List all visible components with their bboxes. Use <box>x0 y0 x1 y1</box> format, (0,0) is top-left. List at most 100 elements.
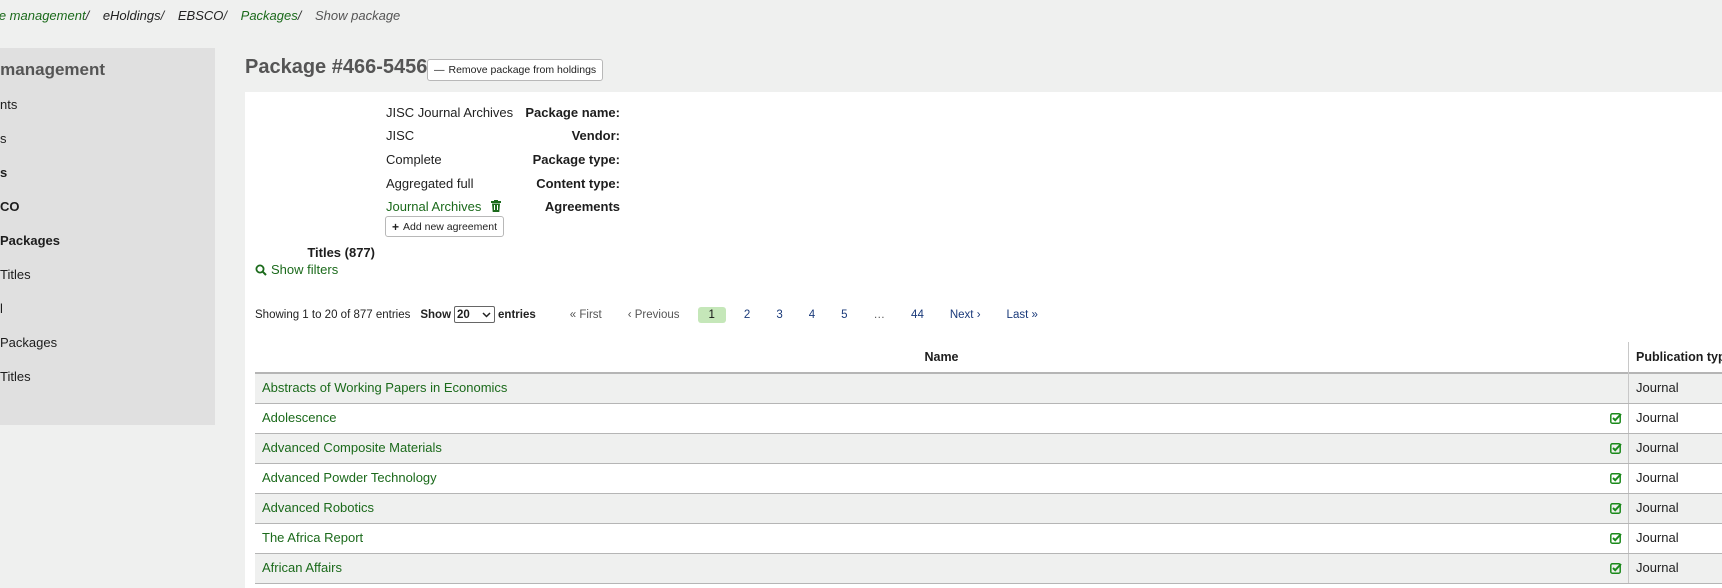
publication-type-cell: Journal <box>1628 524 1679 553</box>
sidebar-item-ebsco-packages[interactable]: Packages <box>0 233 60 248</box>
title-link[interactable]: Adolescence <box>255 404 1628 433</box>
add-agreement-label: Add new agreement <box>403 220 497 233</box>
sidebar-item-licenses[interactable]: s <box>0 131 7 146</box>
title-name: Abstracts of Working Papers in Economics <box>262 380 508 395</box>
package-name-value: JISC Journal Archives <box>386 105 514 120</box>
page-size-select[interactable]: 20 <box>454 306 496 323</box>
agreements-label: Agreements <box>544 199 620 214</box>
sidebar-item-eholdings[interactable]: s <box>0 165 7 180</box>
table-row: Adolescence Journal <box>255 404 1722 434</box>
title-name: The Africa Report <box>262 530 364 545</box>
title-name: Advanced Composite Materials <box>262 440 442 455</box>
sidebar-item-local-packages[interactable]: Packages <box>0 335 57 350</box>
pagination: « First ‹ Previous 1 2 3 4 5 … 44 Next ›… <box>562 306 1056 323</box>
table-row: Advanced Powder Technology Journal <box>255 464 1722 494</box>
title-link[interactable]: Abstracts of Working Papers in Economics <box>255 374 1628 403</box>
selected-check-icon <box>1610 443 1622 454</box>
minus-icon: — <box>434 64 445 76</box>
publication-type-cell: Journal <box>1628 554 1679 583</box>
page-size-value: 20 <box>457 308 470 321</box>
title-link[interactable]: Advanced Robotics <box>255 494 1628 523</box>
table-row: Abstracts of Working Papers in Economics… <box>255 374 1722 404</box>
remove-package-button[interactable]: — Remove package from holdings <box>427 59 604 81</box>
pagination-page-3[interactable]: 3 <box>768 307 790 323</box>
title-link[interactable]: African Affairs <box>255 554 1628 583</box>
pagination-last[interactable]: Last » <box>999 307 1046 323</box>
breadcrumb-current: Show package <box>315 8 401 23</box>
pagination-next-label: Next <box>949 308 974 321</box>
breadcrumb-separator: / <box>297 8 302 23</box>
entries-label: entries <box>498 308 536 321</box>
column-header-name[interactable]: Name <box>255 342 1628 374</box>
add-agreement-button[interactable]: + Add new agreement <box>385 216 504 237</box>
title-link[interactable]: Advanced Composite Materials <box>255 434 1628 463</box>
plus-icon: + <box>392 219 400 234</box>
publication-type-cell: Journal <box>1628 434 1679 463</box>
pagination-page-44[interactable]: 44 <box>903 307 932 323</box>
package-panel: Package name: JISC Journal Archives Vend… <box>245 92 1722 588</box>
remove-package-label: Remove package from holdings <box>448 64 597 76</box>
pagination-previous[interactable]: ‹ Previous <box>620 307 688 323</box>
title-name: Advanced Powder Technology <box>262 470 437 485</box>
column-header-publication-type[interactable]: Publication typ <box>1628 342 1722 374</box>
pagination-page-1[interactable]: 1 <box>697 306 726 323</box>
sidebar: e management nts s s CO Packages Titles … <box>0 48 215 425</box>
search-icon <box>255 264 267 276</box>
trash-icon[interactable] <box>491 200 501 212</box>
double-chevron-left-icon: « <box>569 308 577 321</box>
pagination-last-label: Last <box>1006 308 1029 321</box>
publication-type-cell: Journal <box>1628 374 1679 403</box>
chevron-down-icon <box>482 311 491 318</box>
breadcrumb-separator: / <box>160 8 165 23</box>
sidebar-item-local-titles[interactable]: Titles <box>0 369 31 384</box>
sidebar-item-ebsco[interactable]: CO <box>0 199 20 214</box>
show-filters-link[interactable]: Show filters <box>255 262 338 277</box>
pagination-page-2[interactable]: 2 <box>736 307 758 323</box>
table-row: Advanced Composite Materials Journal <box>255 434 1722 464</box>
sidebar-item-local[interactable]: l <box>0 301 3 316</box>
double-chevron-right-icon: » <box>1031 308 1038 321</box>
breadcrumb-ebsco[interactable]: EBSCO <box>178 8 224 23</box>
titles-table: Name Publication typ Abstracts of Workin… <box>255 342 1722 584</box>
vendor-label: Vendor: <box>571 128 620 143</box>
content-type-value: Aggregated full <box>386 176 474 191</box>
pagination-page-5[interactable]: 5 <box>833 307 855 323</box>
page-title: Package #466-5456 <box>245 56 428 78</box>
title-link[interactable]: Advanced Powder Technology <box>255 464 1628 493</box>
table-body: Abstracts of Working Papers in Economics… <box>255 374 1722 584</box>
selected-check-icon <box>1610 503 1622 514</box>
title-link[interactable]: The Africa Report <box>255 524 1628 553</box>
breadcrumb-packages[interactable]: Packages <box>241 8 298 23</box>
breadcrumb-resource-management[interactable]: rce management <box>0 8 86 23</box>
title-name: African Affairs <box>262 560 342 575</box>
pagination-ellipsis: … <box>873 308 886 321</box>
selected-check-icon <box>1610 413 1622 424</box>
pagination-first[interactable]: « First <box>562 307 610 323</box>
content-type-label: Content type: <box>536 176 620 191</box>
package-type-label: Package type: <box>532 152 620 167</box>
detail-content-type: Content type: Aggregated full <box>245 176 845 194</box>
table-header: Name Publication typ <box>255 342 1722 374</box>
pagination-previous-label: Previous <box>634 308 680 321</box>
table-info: Showing 1 to 20 of 877 entries <box>255 308 411 321</box>
publication-type-cell: Journal <box>1628 404 1679 433</box>
show-label: Show <box>420 308 452 321</box>
breadcrumb-eholdings[interactable]: eHoldings <box>103 8 161 23</box>
pagination-page-4[interactable]: 4 <box>801 307 823 323</box>
table-controls: Showing 1 to 20 of 877 entries Show 20 e… <box>255 306 1056 323</box>
detail-vendor: Vendor: JISC <box>245 128 845 146</box>
sidebar-item-ebsco-titles[interactable]: Titles <box>0 267 31 282</box>
show-filters-label: Show filters <box>271 262 339 277</box>
package-type-value: Complete <box>386 152 442 167</box>
agreement-link[interactable]: Journal Archives <box>386 199 481 214</box>
titles-heading: Titles (877) <box>307 245 375 260</box>
title-name: Adolescence <box>262 410 337 425</box>
sidebar-item-agreements[interactable]: nts <box>0 97 17 112</box>
chevron-right-icon: › <box>976 308 981 321</box>
selected-check-icon <box>1610 533 1622 544</box>
sidebar-title: e management <box>0 60 106 79</box>
publication-type-cell: Journal <box>1628 464 1679 493</box>
detail-package-type: Package type: Complete <box>245 152 845 170</box>
publication-type-cell: Journal <box>1628 494 1679 523</box>
pagination-next[interactable]: Next › <box>942 307 989 323</box>
